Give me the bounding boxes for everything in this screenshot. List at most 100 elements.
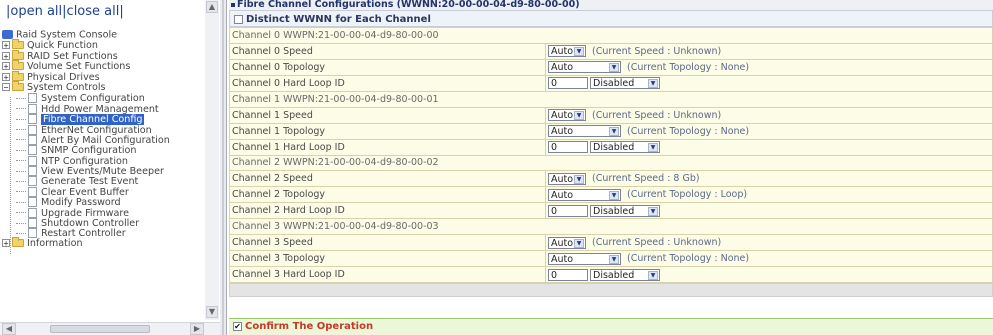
channel-topology-label: Channel 1 Topology [229,122,546,140]
scroll-right-icon[interactable]: ▶ [190,323,204,335]
tree-item-ethernet-configuration[interactable]: EtherNet Configuration [2,124,212,135]
expand-icon[interactable]: + [2,51,10,60]
collapse-icon[interactable]: − [2,82,10,91]
dropdown-value: Auto [551,126,574,138]
tree-folder-label: System Controls [27,81,106,93]
tree-horizontal-scrollbar[interactable]: ◀ ▶ [0,322,220,335]
close-all-link[interactable]: close all [67,4,120,19]
tree-item-view-events[interactable]: View Events/Mute Beeper [2,166,212,177]
hard-loop-id-input[interactable]: 0 [548,268,588,281]
scroll-thumb[interactable] [50,325,150,333]
scroll-down-icon[interactable]: ▼ [206,306,218,318]
tree-item-ntp-configuration[interactable]: NTP Configuration [2,155,212,167]
tree-item-label: Alert By Mail Configuration [41,134,170,146]
topology-select[interactable]: Auto ▼ [548,125,621,138]
expand-icon[interactable]: + [2,72,10,81]
hard-loop-state-select[interactable]: Disabled ▼ [590,268,660,281]
speed-select[interactable]: Auto ▼ [548,236,586,249]
folder-icon [12,70,24,81]
folder-icon [12,49,24,60]
tree-item-label: Shutdown Controller [41,218,140,230]
hard-loop-id-input[interactable]: 0 [548,204,588,217]
hard-loop-id-input[interactable]: 0 [548,141,588,154]
channel-wwpn: Channel 0 WWPN:21-00-00-04-d9-80-00-00 [229,27,993,44]
page-icon [28,186,37,197]
page-icon [28,218,37,229]
tree-item-system-configuration[interactable]: System Configuration [2,93,212,104]
channel-loop-id-label: Channel 2 Hard Loop ID [229,202,546,220]
current-speed-note: (Current Speed : Unknown) [592,109,722,121]
open-folder-icon [12,80,24,91]
channel-topology-row: Channel 3 Topology Auto ▼ (Current Topology… [229,250,993,268]
dropdown-value: Auto [551,110,574,122]
open-all-link[interactable]: open all [10,4,62,19]
channel-speed-label: Channel 3 Speed [229,234,546,252]
hard-loop-state-select[interactable]: Disabled ▼ [590,204,660,217]
scroll-left-icon[interactable]: ◀ [2,323,16,335]
channel-topology-row: Channel 1 Topology Auto ▼ (Current Topology… [229,122,993,140]
channel-loop-id-label: Channel 1 Hard Loop ID [229,138,546,156]
channel-loop-id-row: Channel 2 Hard Loop ID 0 Disabled ▼ [229,202,993,220]
tree-item-generate-test-event[interactable]: Generate Test Event [2,176,212,187]
confirm-checkbox[interactable]: ✔ [233,321,242,331]
page-icon [28,197,37,208]
chevron-down-icon: ▼ [648,79,658,89]
expand-icon[interactable]: + [2,62,10,71]
channel-config-table: Channel 0 WWPN:21-00-00-04-d9-80-00-00 Ch… [229,27,993,283]
distinct-wwnn-checkbox[interactable] [234,14,243,24]
hard-loop-state-select[interactable]: Disabled ▼ [590,141,660,154]
tree-root[interactable]: Raid System Console [2,30,212,40]
expand-icon[interactable]: + [2,238,10,247]
tree-item-fibre-channel-config[interactable]: Fibre Channel Config [2,114,212,126]
topology-select[interactable]: Auto ▼ [548,188,621,201]
speed-select[interactable]: Auto ▼ [548,109,586,122]
tree-vertical-scrollbar[interactable]: ▲ ▼ [205,0,219,320]
hard-loop-state-select[interactable]: Disabled ▼ [590,77,660,90]
tree-item-label: NTP Configuration [41,155,128,167]
channel-speed-label: Channel 1 Speed [229,106,546,124]
tree-item-snmp-configuration[interactable]: SNMP Configuration [2,145,212,156]
page-icon [28,134,37,145]
hard-loop-id-input[interactable]: 0 [548,77,588,90]
chevron-down-icon: ▼ [648,270,658,280]
tree-branch-line [16,118,26,120]
tree-item-clear-event-buffer[interactable]: Clear Event Buffer [2,186,212,198]
topology-select[interactable]: Auto ▼ [548,252,621,265]
tree-folder-label: Quick Function [27,40,98,52]
tree-folder-label: Information [27,237,83,249]
pane-splitter[interactable] [220,0,227,335]
tree-item-upgrade-firmware[interactable]: Upgrade Firmware [2,207,212,219]
dropdown-value: Auto [551,62,574,74]
speed-select[interactable]: Auto ▼ [548,45,586,58]
expand-icon[interactable]: + [2,41,10,50]
topology-select[interactable]: Auto ▼ [548,61,621,74]
chevron-down-icon: ▼ [574,174,584,184]
tree-item-hdd-power-management[interactable]: Hdd Power Management [2,103,212,114]
channel-wwpn: Channel 1 WWPN:21-00-00-04-d9-80-00-01 [229,90,993,108]
tree-folder-label: Physical Drives [27,71,100,83]
current-speed-note: (Current Speed : Unknown) [592,237,722,249]
page-icon [28,207,37,218]
navigation-tree-pane: |open all|close all| Raid System Console… [0,0,221,335]
channel-topology-cell: Auto ▼ (Current Topology : Loop) [545,186,993,204]
bullet-icon [231,2,235,7]
tree-item-alert-by-mail[interactable]: Alert By Mail Configuration [2,134,212,146]
tree-branch-line [16,201,26,203]
tree-item-label: Fibre Channel Config [41,114,145,126]
channel-speed-row: Channel 3 Speed Auto ▼ (Current Speed : Unk… [229,234,993,252]
tree-connector-line [10,97,11,254]
channel-header-row: Channel 1 WWPN:21-00-00-04-d9-80-00-01 [229,90,993,108]
tree-item-shutdown-controller[interactable]: Shutdown Controller [2,218,212,230]
tree-folder-system-controls[interactable]: − System Controls [2,80,212,93]
chevron-down-icon: ▼ [648,206,658,216]
scroll-up-icon[interactable]: ▲ [206,1,218,13]
tree-item-modify-password[interactable]: Modify Password [2,197,212,208]
tree-item-label: Clear Event Buffer [41,186,129,198]
tree-folder-information[interactable]: + Information [2,236,212,249]
page-icon [28,166,37,177]
channel-speed-cell: Auto ▼ (Current Speed : 8 Gb) [545,170,993,188]
tree-item-label: Upgrade Firmware [41,207,130,219]
speed-select[interactable]: Auto ▼ [548,172,586,185]
current-topology-note: (Current Topology : Loop) [627,189,748,201]
channel-speed-cell: Auto ▼ (Current Speed : Unknown) [545,106,993,124]
